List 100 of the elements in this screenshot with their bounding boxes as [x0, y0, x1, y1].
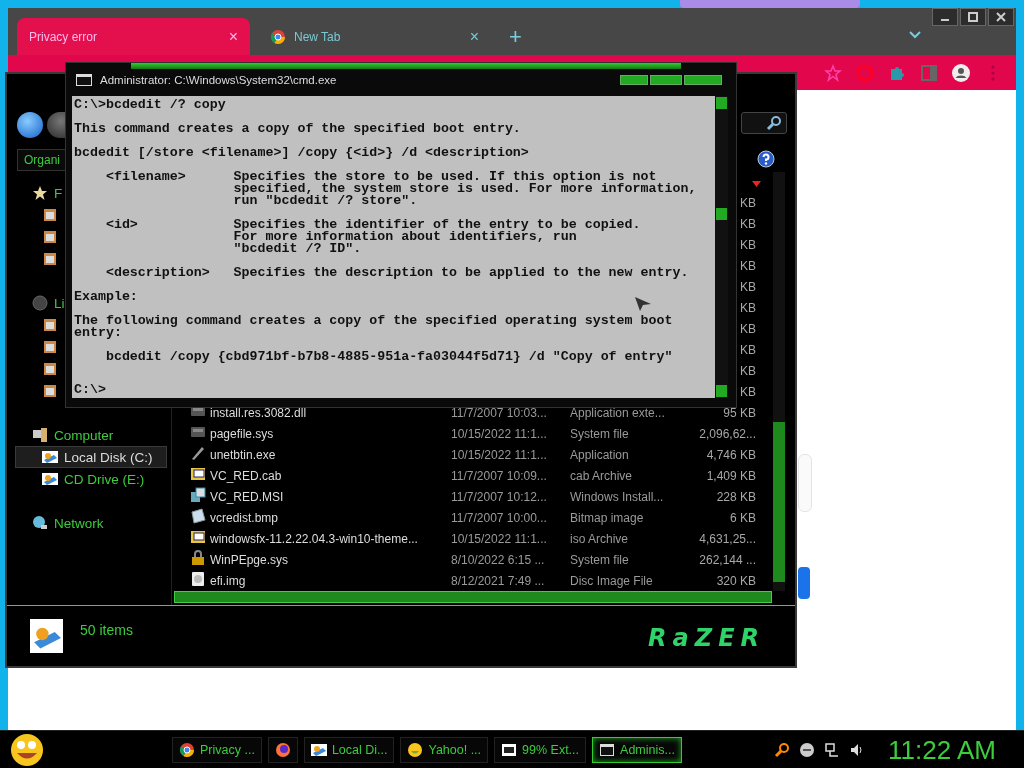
status-icon[interactable] — [799, 742, 816, 758]
console-prompt: C:\> — [74, 384, 107, 396]
vertical-scrollbar[interactable] — [715, 96, 728, 398]
file-date: 11/7/2007 10:00... — [451, 510, 547, 525]
file-type: System file — [570, 426, 629, 441]
file-name[interactable]: VC_RED.MSI — [210, 489, 284, 504]
window-title: Administrator: C:\Windows\System32\cmd.exe — [100, 73, 337, 86]
minimize-icon — [941, 19, 949, 21]
close-tab-button[interactable]: × — [469, 27, 479, 46]
file-name[interactable]: install.res.3082.dll — [210, 405, 307, 420]
vertical-scrollbar[interactable] — [773, 172, 785, 591]
start-button[interactable] — [8, 733, 46, 767]
profile-icon[interactable] — [952, 63, 970, 82]
file-name[interactable]: vcredist.bmp — [210, 510, 279, 525]
primary-button[interactable] — [798, 567, 810, 599]
file-name[interactable]: windowsfx-11.2.22.04.3-win10-theme... — [210, 531, 418, 546]
globe-icon — [32, 515, 48, 531]
nav-item[interactable]: Local Disk (C:) — [15, 446, 167, 468]
card-edge — [798, 454, 812, 512]
file-icon — [190, 424, 206, 440]
file-type: Windows Install... — [570, 489, 664, 504]
taskbar-button[interactable]: Local Di... — [303, 737, 395, 763]
drive-icon — [42, 449, 58, 465]
file-size: 262,144 ... — [699, 552, 756, 567]
file-type: Disc Image File — [570, 573, 653, 588]
taskbar-button[interactable] — [267, 737, 298, 763]
organize-button[interactable]: Organi — [17, 148, 68, 171]
computer-icon — [32, 427, 48, 443]
back-button[interactable] — [17, 111, 43, 138]
file-size: KB — [740, 384, 756, 399]
file-size: KB — [740, 216, 756, 231]
console-text: <description> Specifies the description to be applied to the new entry. — [104, 267, 690, 279]
star-icon — [32, 185, 48, 201]
folder-icon — [42, 207, 58, 223]
file-icon — [190, 487, 206, 503]
horizontal-scrollbar[interactable] — [174, 591, 772, 603]
file-name[interactable]: efi.img — [210, 573, 246, 588]
disc-icon — [32, 295, 48, 311]
nav-item[interactable]: Network — [15, 512, 105, 534]
search-icon — [766, 115, 782, 131]
sort-icon[interactable] — [752, 181, 761, 187]
drive-icon — [42, 471, 58, 487]
maximize-icon — [968, 12, 978, 22]
file-size: 228 KB — [716, 489, 756, 504]
file-size: 320 KB — [716, 573, 756, 588]
taskbar-button[interactable]: Yahoo! ... — [400, 737, 489, 763]
new-tab-button[interactable]: + — [499, 18, 532, 55]
taskbar-button[interactable]: Adminis... — [592, 737, 682, 763]
file-icon — [190, 508, 206, 524]
forward-button[interactable] — [47, 111, 67, 138]
console-text: bcdedit [/store <filename>] /copy {<id>} /d <description> — [74, 147, 530, 159]
file-name[interactable]: VC_RED.cab — [210, 468, 282, 483]
file-name[interactable]: unetbtin.exe — [210, 447, 276, 462]
drive-icon — [310, 742, 327, 758]
maximize-button[interactable] — [960, 8, 986, 26]
file-name[interactable]: WinPEpge.sys — [210, 552, 289, 567]
pointer-icon — [634, 296, 652, 312]
file-size: KB — [740, 300, 756, 315]
nav-item[interactable]: Computer — [15, 424, 115, 446]
file-size: 1,409 KB — [706, 468, 756, 483]
folder-icon — [42, 251, 58, 267]
nav-item[interactable]: Li — [15, 292, 66, 314]
file-type: iso Archive — [570, 531, 629, 546]
console-text: bcdedit /copy {cbd971bf-b7b8-4885-951a-fa03044f5d71} /d "Copy of entry" — [104, 351, 674, 363]
folder-icon — [42, 383, 58, 399]
file-size: KB — [740, 321, 756, 336]
network-icon[interactable] — [824, 742, 841, 758]
chrome-icon — [179, 742, 195, 758]
taskbar-button[interactable]: 99% Ext... — [494, 737, 587, 763]
brand-logo: RaZER — [648, 624, 765, 652]
file-size: KB — [740, 237, 756, 252]
star-icon[interactable] — [824, 63, 842, 82]
minimize-button[interactable] — [932, 8, 958, 26]
console-text: C:\>bcdedit /? copy — [74, 99, 227, 111]
help-icon[interactable] — [757, 150, 775, 168]
file-size: 4,746 KB — [706, 447, 756, 462]
file-icon — [190, 550, 206, 566]
console-icon — [599, 742, 616, 758]
folder-icon — [42, 229, 58, 245]
nav-item[interactable]: CD Drive (E:) — [15, 468, 146, 490]
file-type: cab Archive — [570, 468, 633, 483]
file-size: KB — [740, 195, 756, 210]
file-icon — [190, 571, 206, 587]
search-field[interactable] — [741, 112, 787, 134]
file-size: 6 KB — [730, 510, 756, 525]
file-size: 95 KB — [723, 405, 756, 420]
smiley-icon — [407, 742, 424, 758]
file-name[interactable]: pagefile.sys — [210, 426, 274, 441]
drive-icon — [30, 619, 63, 653]
file-type: System file — [570, 552, 629, 567]
file-type: Bitmap image — [570, 510, 644, 525]
close-button[interactable] — [988, 8, 1014, 26]
file-icon — [190, 466, 206, 482]
nav-item[interactable]: F — [15, 182, 64, 204]
console-text: This command creates a copy of the specified boot entry. — [74, 123, 522, 135]
console-text: Example: — [74, 291, 139, 303]
search-icon[interactable] — [774, 742, 791, 758]
file-date: 8/10/2022 6:15 ... — [451, 552, 545, 567]
file-size: KB — [740, 342, 756, 357]
taskbar-button[interactable]: Privacy ... — [172, 737, 262, 763]
